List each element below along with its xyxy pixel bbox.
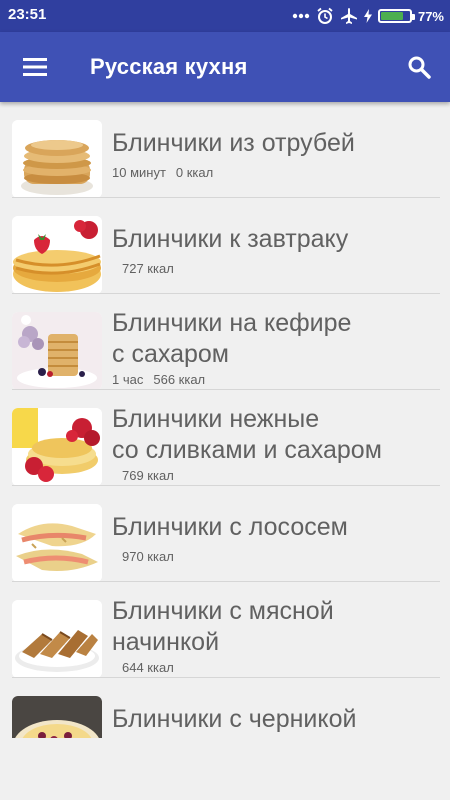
recipe-meta: 970 ккал <box>122 549 174 564</box>
status-icons: 77% <box>292 6 444 26</box>
recipe-thumbnail <box>12 600 102 678</box>
recipe-calories: 644 ккал <box>122 660 174 675</box>
search-button[interactable] <box>402 51 436 83</box>
recipe-calories: 727 ккал <box>122 261 174 276</box>
recipe-item[interactable]: Блинчики с мясной начинкой 644 ккал <box>0 582 450 678</box>
recipe-thumbnail <box>12 696 102 738</box>
recipe-calories: 0 ккал <box>175 165 214 180</box>
more-dots-icon <box>292 13 310 19</box>
recipe-meta: 727 ккал <box>122 261 174 276</box>
recipe-item[interactable]: Блинчики с черникой <box>0 678 450 738</box>
recipe-title: Блинчики к завтраку <box>112 225 349 253</box>
recipe-thumbnail <box>12 120 102 198</box>
recipe-calories: 970 ккал <box>122 549 174 564</box>
recipe-title: Блинчики на кефире <box>112 309 352 337</box>
battery-percent: 77% <box>417 8 444 24</box>
recipe-item[interactable]: Блинчики нежные со сливками и сахаром 76… <box>0 390 450 486</box>
charging-icon <box>363 9 372 23</box>
battery-icon <box>377 9 415 23</box>
recipe-time: 1 час <box>112 372 144 387</box>
recipe-title-continued: со сливками и сахаром <box>112 436 382 464</box>
battery-level <box>380 12 403 20</box>
alarm-icon <box>317 7 333 24</box>
recipe-item[interactable]: Блинчики из отрубей 10 минут 0 ккал <box>0 102 450 198</box>
recipe-meta: 644 ккал <box>122 660 174 675</box>
recipe-title-continued: с сахаром <box>112 340 229 368</box>
recipe-title: Блинчики с черникой <box>112 705 357 733</box>
recipe-item[interactable]: Блинчики к завтраку 727 ккал <box>0 198 450 294</box>
recipe-thumbnail <box>12 504 102 582</box>
hamburger-menu-icon <box>23 58 47 76</box>
recipe-list: Блинчики из отрубей 10 минут 0 ккал Блин… <box>0 102 450 738</box>
airplane-icon <box>340 8 357 24</box>
recipe-thumbnail <box>12 216 102 294</box>
menu-button[interactable] <box>18 51 52 83</box>
recipe-calories: 769 ккал <box>122 468 174 483</box>
recipe-title: Блинчики нежные <box>112 405 320 433</box>
recipe-title: Блинчики из отрубей <box>112 129 355 157</box>
recipe-meta: 10 минут 0 ккал <box>112 165 213 180</box>
status-time: 23:51 <box>8 6 47 23</box>
search-icon <box>408 56 431 79</box>
page-title: Русская кухня <box>90 54 248 79</box>
recipe-meta: 769 ккал <box>122 468 174 483</box>
recipe-thumbnail <box>12 312 102 390</box>
recipe-title: Блинчики с мясной <box>112 597 334 625</box>
recipe-title-continued: начинкой <box>112 628 220 656</box>
recipe-calories: 566 ккал <box>153 372 206 387</box>
recipe-item[interactable]: Блинчики с лососем 970 ккал <box>0 486 450 582</box>
recipe-thumbnail <box>12 408 102 486</box>
recipe-meta: 1 час 566 ккал <box>112 372 205 387</box>
status-bar: 23:51 77% <box>0 0 450 32</box>
app-bar: Русская кухня <box>0 32 450 102</box>
recipe-title: Блинчики с лососем <box>112 513 348 541</box>
recipe-item[interactable]: Блинчики на кефире с сахаром 1 час 566 к… <box>0 294 450 390</box>
recipe-time: 10 минут <box>112 165 166 180</box>
